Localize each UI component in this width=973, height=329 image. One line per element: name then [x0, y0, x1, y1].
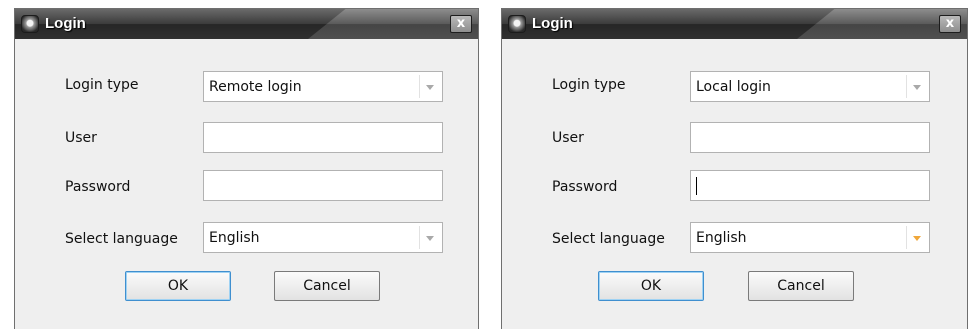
user-input[interactable]	[203, 122, 443, 153]
login-dialog-local: Login x Login type Local login User Pass…	[501, 8, 968, 329]
login-dialog-remote: Login x Login type Remote login User Pas…	[14, 8, 479, 329]
login-type-value: Local login	[696, 79, 771, 95]
close-icon[interactable]: x	[450, 15, 472, 33]
cancel-button[interactable]: Cancel	[274, 271, 380, 301]
language-label: Select language	[552, 231, 665, 247]
chevron-down-icon	[426, 236, 434, 241]
language-value: English	[209, 230, 260, 246]
language-select[interactable]: English	[203, 222, 443, 253]
ok-button[interactable]: OK	[598, 271, 704, 301]
chevron-down-icon	[913, 85, 921, 90]
dropdown-button[interactable]	[419, 226, 440, 249]
login-type-select[interactable]: Local login	[690, 71, 930, 102]
chevron-down-icon	[913, 236, 921, 241]
login-type-label: Login type	[65, 77, 139, 93]
camera-icon	[21, 15, 39, 33]
user-label: User	[65, 130, 97, 146]
user-input[interactable]	[690, 122, 930, 153]
password-input[interactable]	[203, 170, 443, 201]
language-label: Select language	[65, 231, 178, 247]
login-type-label: Login type	[552, 77, 626, 93]
dropdown-button[interactable]	[906, 226, 927, 249]
login-type-value: Remote login	[209, 79, 302, 95]
chevron-down-icon	[426, 85, 434, 90]
login-type-select[interactable]: Remote login	[203, 71, 443, 102]
password-input[interactable]	[690, 170, 930, 201]
close-icon[interactable]: x	[939, 15, 961, 33]
language-select[interactable]: English	[690, 222, 930, 253]
title-bar[interactable]: Login x	[15, 9, 478, 39]
dialog-title: Login	[45, 15, 86, 32]
dropdown-button[interactable]	[906, 75, 927, 98]
ok-button[interactable]: OK	[125, 271, 231, 301]
user-label: User	[552, 130, 584, 146]
camera-icon	[508, 15, 526, 33]
text-caret	[696, 177, 697, 195]
password-label: Password	[65, 179, 131, 195]
dropdown-button[interactable]	[419, 75, 440, 98]
password-label: Password	[552, 179, 618, 195]
dialog-title: Login	[532, 15, 573, 32]
language-value: English	[696, 230, 747, 246]
cancel-button[interactable]: Cancel	[748, 271, 854, 301]
title-bar[interactable]: Login x	[502, 9, 967, 39]
